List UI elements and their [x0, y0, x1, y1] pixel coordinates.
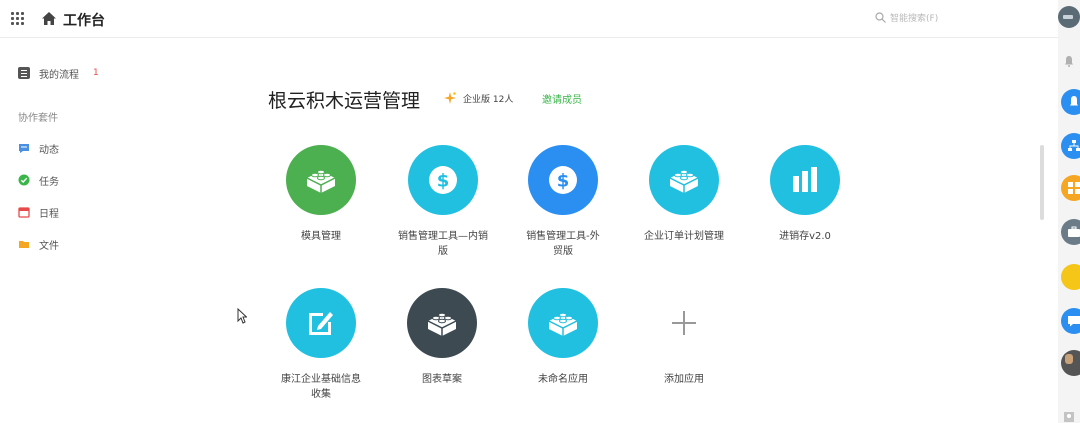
edition-label: 企业版 12人 [463, 94, 514, 105]
app-icon-circle: $ [528, 145, 598, 215]
brick-icon [548, 312, 578, 336]
app-icon-circle [286, 288, 356, 358]
page-title: 工作台 [63, 13, 105, 29]
app-icon-circle: $ [408, 145, 478, 215]
brick-icon [427, 312, 457, 336]
sidebar-item-label: 文件 [39, 240, 59, 252]
bar-chart-icon [793, 167, 817, 192]
app-icon-circle [528, 288, 598, 358]
app-tile-inventory[interactable]: 进销存v2.0 [750, 145, 860, 244]
sidebar-item-my-flow[interactable]: 我的流程 1 [18, 64, 99, 82]
sidebar-item-label: 动态 [39, 144, 59, 156]
app-icon-circle [770, 145, 840, 215]
workspace-title: 根云积木运营管理 [268, 90, 421, 112]
app-icon-circle [649, 145, 719, 215]
folder-icon [19, 241, 29, 248]
edit-icon [309, 312, 333, 335]
badge-icon[interactable] [1061, 264, 1080, 290]
app-name: 模具管理 [301, 231, 341, 242]
brick-icon [306, 169, 336, 193]
sidebar-item-label: 日程 [39, 208, 59, 220]
app-tile-chart-draft[interactable]: 图表草案 [387, 288, 497, 387]
sidebar-item-tasks[interactable]: 任务 [18, 171, 59, 189]
sparkle-icon [444, 92, 456, 104]
app-icon-circle [286, 145, 356, 215]
check-icon [18, 174, 30, 186]
app-name: 企业订单计划管理 [644, 231, 724, 242]
app-tile-mold-management[interactable]: 模具管理 [266, 145, 376, 244]
dollar-icon: $ [429, 166, 457, 194]
app-name: 添加应用 [664, 374, 704, 385]
app-name: 进销存v2.0 [779, 231, 831, 242]
mouse-cursor-icon [237, 308, 247, 324]
search-input[interactable] [890, 10, 1010, 28]
sidebar-item-files[interactable]: 文件 [18, 235, 59, 253]
right-rail [1058, 0, 1080, 423]
search-box[interactable] [872, 9, 1022, 29]
org-chart-icon[interactable] [1061, 133, 1080, 159]
sidebar-item-label: 任务 [39, 176, 59, 188]
top-bar: 工作台 [0, 0, 1058, 38]
app-name: 图表草案 [422, 374, 462, 385]
sidebar-item-activity[interactable]: 动态 [18, 139, 59, 157]
app-tile-company-info[interactable]: 康江企业基础信息收集 [266, 288, 376, 402]
message-icon[interactable] [1061, 308, 1080, 334]
app-grid-icon[interactable] [11, 12, 25, 26]
bell-icon[interactable] [1063, 55, 1075, 67]
app-name: 未命名应用 [538, 374, 588, 385]
sidebar: 我的流程 1 协作套件 动态 任务 日程 文件 [0, 39, 130, 423]
app-name: 销售管理工具—内销版 [398, 231, 488, 257]
app-icon-circle [649, 288, 719, 358]
app-tile-sales-foreign[interactable]: $ 销售管理工具-外贸版 [508, 145, 618, 259]
plus-icon [672, 311, 696, 335]
app-tile-sales-domestic[interactable]: $ 销售管理工具—内销版 [387, 145, 499, 259]
briefcase-icon[interactable] [1061, 219, 1080, 245]
app-icon-circle [407, 288, 477, 358]
grid-apps-icon[interactable] [1061, 175, 1080, 201]
scrollbar-thumb[interactable] [1040, 145, 1044, 220]
svg-text:$: $ [557, 171, 570, 192]
app-tile-order-planning[interactable]: 企业订单计划管理 [629, 145, 739, 244]
app-name: 销售管理工具-外贸版 [526, 231, 600, 257]
home-icon[interactable] [41, 11, 57, 26]
flow-count-badge: 1 [93, 68, 99, 78]
svg-text:$: $ [437, 171, 450, 192]
brick-icon [669, 169, 699, 193]
add-app-button[interactable]: 添加应用 [629, 288, 739, 387]
app-name: 康江企业基础信息收集 [281, 374, 361, 400]
notification-icon[interactable] [1061, 89, 1080, 115]
chat-icon [19, 144, 29, 153]
sidebar-item-label: 我的流程 [39, 69, 79, 81]
search-icon [875, 12, 886, 23]
edition-badge: 企业版 12人 [443, 91, 513, 105]
sidebar-section-title: 协作套件 [18, 113, 58, 124]
app-tile-unnamed[interactable]: 未命名应用 [508, 288, 618, 387]
calendar-icon [18, 207, 30, 218]
invite-members-link[interactable]: 邀请成员 [542, 91, 582, 106]
user-avatar[interactable] [1058, 6, 1080, 28]
dollar-icon: $ [549, 166, 577, 194]
user-icon[interactable] [1064, 412, 1074, 422]
contact-avatar[interactable] [1061, 350, 1080, 376]
sidebar-item-schedule[interactable]: 日程 [18, 203, 59, 221]
list-icon [18, 67, 30, 79]
